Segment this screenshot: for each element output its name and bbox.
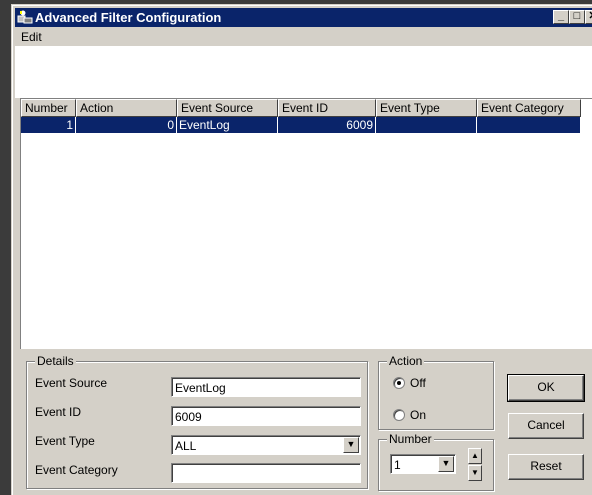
maximize-button[interactable]: □	[569, 10, 585, 24]
column-number[interactable]: Number	[21, 99, 76, 117]
action-group-label: Action	[387, 354, 425, 368]
number-value: 1	[394, 458, 401, 472]
column-event-id[interactable]: Event ID	[278, 99, 376, 117]
arrow-up-icon[interactable]: ▲	[468, 448, 482, 464]
menu-edit[interactable]: Edit	[21, 30, 42, 44]
column-event-category[interactable]: Event Category	[477, 99, 581, 117]
filter-app-icon	[17, 9, 33, 25]
minimize-button[interactable]: _	[553, 10, 569, 24]
cancel-button[interactable]: Cancel	[508, 413, 584, 439]
action-off-label[interactable]: Off	[410, 376, 426, 390]
title-bar[interactable]: Advanced Filter Configuration _ □ ✕	[15, 8, 592, 27]
event-type-select[interactable]: ALL ▼	[171, 435, 361, 455]
chevron-down-icon[interactable]: ▼	[343, 437, 359, 453]
menu-bar: Edit	[15, 28, 592, 46]
cell-event-category	[477, 117, 581, 133]
table-row[interactable]: 1 0 EventLog 6009	[21, 117, 581, 133]
number-group: Number 1 ▼ ▲ ▼	[378, 432, 494, 491]
action-on-radio[interactable]	[393, 409, 405, 421]
chevron-down-icon[interactable]: ▼	[438, 456, 454, 472]
event-category-label: Event Category	[35, 463, 118, 477]
column-event-source[interactable]: Event Source	[177, 99, 278, 117]
column-event-type[interactable]: Event Type	[376, 99, 477, 117]
list-header: Number Action Event Source Event ID Even…	[21, 99, 592, 117]
column-action[interactable]: Action	[76, 99, 177, 117]
cell-event-source: EventLog	[177, 117, 278, 133]
action-on-label[interactable]: On	[410, 408, 426, 422]
event-source-field[interactable]: EventLog	[171, 377, 361, 397]
radio-selected-dot	[397, 381, 401, 385]
cell-action: 0	[76, 117, 177, 133]
action-group: Action Off On	[378, 354, 494, 430]
details-group-label: Details	[35, 354, 76, 368]
event-id-field[interactable]: 6009	[171, 406, 361, 426]
details-group: Details Event Source EventLog Event ID 6…	[26, 354, 368, 489]
event-source-label: Event Source	[35, 376, 108, 390]
advanced-filter-window: Advanced Filter Configuration _ □ ✕ Edit…	[11, 4, 592, 495]
event-type-value: ALL	[175, 439, 197, 453]
arrow-down-icon[interactable]: ▼	[468, 465, 482, 481]
window-title: Advanced Filter Configuration	[35, 10, 222, 25]
number-select[interactable]: 1 ▼	[390, 454, 456, 474]
reset-button[interactable]: Reset	[508, 454, 584, 480]
cell-event-id: 6009	[278, 117, 376, 133]
event-type-label: Event Type	[35, 434, 95, 448]
number-group-label: Number	[387, 432, 434, 446]
event-id-label: Event ID	[35, 405, 82, 419]
cell-event-type	[376, 117, 477, 133]
filter-list[interactable]: Number Action Event Source Event ID Even…	[20, 98, 592, 349]
action-off-radio[interactable]	[393, 377, 405, 389]
cell-number: 1	[21, 117, 76, 133]
close-button[interactable]: ✕	[585, 10, 592, 24]
event-category-field[interactable]	[171, 463, 361, 483]
ok-button[interactable]: OK	[507, 374, 585, 402]
toolbar-area	[15, 46, 592, 98]
